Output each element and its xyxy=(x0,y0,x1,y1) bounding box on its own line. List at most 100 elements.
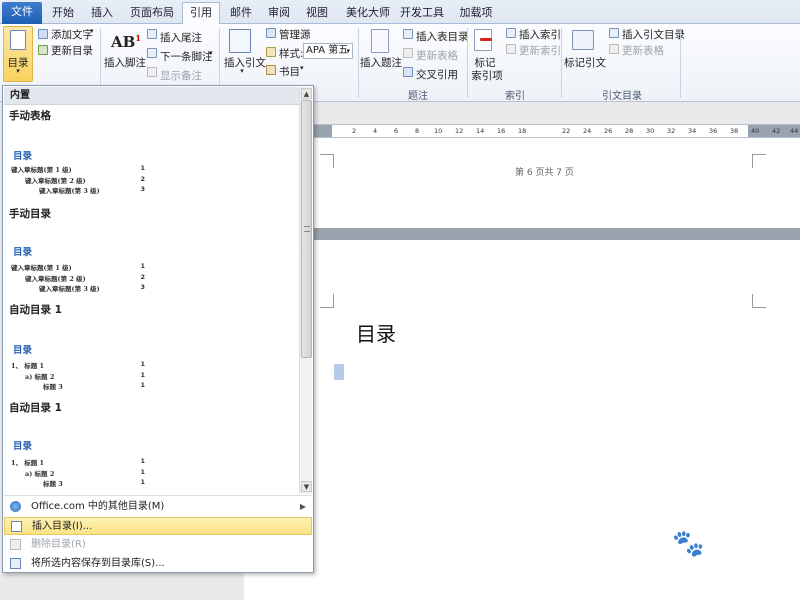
ruler-tick: 14 xyxy=(476,127,485,135)
text-cursor-selection xyxy=(334,364,344,380)
toc-preview-line: 键入章标题(第 2 级) xyxy=(25,177,86,185)
next-footnote-icon xyxy=(147,48,157,58)
bibliography-button[interactable]: 书目 xyxy=(279,64,300,79)
section-title: 自动目录 1 xyxy=(9,402,62,414)
word-window: 文件 开始 插入 页面布局 引用 邮件 审阅 视图 美化大师 开发工具 加载项 … xyxy=(0,0,800,600)
update-toa-button[interactable]: 更新表格 xyxy=(622,43,664,58)
toc-preview-line: 键入章标题(第 1 级) xyxy=(11,166,72,174)
ruler-tick: 30 xyxy=(646,127,655,135)
toc-preview-title: 目录 xyxy=(13,247,33,258)
toc-preview-line: 标题 3 xyxy=(43,480,63,488)
chevron-down-icon: ▾ xyxy=(240,67,244,75)
ruler-tick: 26 xyxy=(604,127,613,135)
update-toc-button[interactable]: 更新目录 xyxy=(51,43,93,58)
mark-citation-icon xyxy=(572,30,594,50)
ruler-tick: 6 xyxy=(394,127,399,135)
menu-item-remove-toc[interactable]: 删除目录(R) xyxy=(4,536,312,554)
toc-gallery-dropdown: 内置 ▲ ▼ 手动表格 目录 键入章标题(第 1 级) 1 键入章标题(第 2 … xyxy=(2,85,314,573)
toc-preview-page: 1 xyxy=(140,371,145,379)
toc-preview-page: 3 xyxy=(140,283,145,291)
show-notes-button[interactable]: 显示备注 xyxy=(160,68,202,83)
ruler-tick: 18 xyxy=(518,127,527,135)
insert-endnote-button[interactable]: 插入尾注 xyxy=(160,30,202,45)
toc-preview-page: 1 xyxy=(140,381,145,389)
toc-preview-page: 2 xyxy=(140,273,145,281)
menu-item-more-from-office[interactable]: Office.com 中的其他目录(M) ▶ xyxy=(4,498,312,516)
insert-caption-icon xyxy=(371,29,389,53)
footnote-icon: AB1 xyxy=(111,33,141,51)
insert-footnote-button[interactable]: 插入脚注 xyxy=(104,55,146,70)
gallery-scrollbar[interactable]: ▲ ▼ xyxy=(299,87,312,494)
table-of-figures-icon xyxy=(403,29,413,39)
add-text-button[interactable]: 添加文字 xyxy=(51,27,93,42)
toc-preview-page: 2 xyxy=(140,175,145,183)
tab-beautify-master[interactable]: 美化大师 xyxy=(340,3,396,24)
cross-reference-icon xyxy=(403,67,413,77)
chevron-down-icon: ▾ xyxy=(209,49,213,57)
insert-index-button[interactable]: 插入索引 xyxy=(519,27,561,42)
document-heading[interactable]: 目录 xyxy=(356,318,396,347)
mark-entry-label-2[interactable]: 索引项 xyxy=(470,68,504,83)
update-table-button[interactable]: 更新表格 xyxy=(416,48,458,63)
ruler-tick: 24 xyxy=(583,127,592,135)
update-table-icon xyxy=(403,48,413,58)
globe-icon xyxy=(10,501,21,512)
toc-preview-line: 1、 标题 1 xyxy=(11,362,45,370)
horizontal-ruler[interactable]: 2 4 6 8 10 12 14 16 18 22 24 26 28 30 32… xyxy=(312,124,800,138)
insert-table-of-figures-button[interactable]: 插入表目录 xyxy=(416,29,469,44)
tab-file[interactable]: 文件 xyxy=(2,2,42,24)
document-icon xyxy=(11,521,22,532)
toc-preview-title: 目录 xyxy=(13,151,33,162)
toc-preview-line: 1、 标题 1 xyxy=(11,459,45,467)
tab-add-ins[interactable]: 加载项 xyxy=(454,3,498,24)
tab-home[interactable]: 开始 xyxy=(46,3,80,24)
manage-sources-icon xyxy=(266,28,276,38)
section-title: 手动表格 xyxy=(9,110,51,122)
next-footnote-button[interactable]: 下一条脚注 xyxy=(160,49,213,64)
ruler-tick: 40 xyxy=(751,127,760,135)
tab-mailings[interactable]: 邮件 xyxy=(224,3,258,24)
chevron-down-icon: ▾ xyxy=(90,27,94,35)
page-6-bottom[interactable]: 第 6 页共 7 页 xyxy=(244,138,800,228)
ruler-tick: 28 xyxy=(625,127,634,135)
manage-sources-button[interactable]: 管理源 xyxy=(279,27,311,42)
scroll-up-icon[interactable]: ▲ xyxy=(301,88,312,99)
tab-review[interactable]: 审阅 xyxy=(262,3,296,24)
ruler-tick: 36 xyxy=(709,127,718,135)
ruler-tick: 22 xyxy=(562,127,571,135)
insert-citation-icon xyxy=(229,29,251,53)
cross-reference-button[interactable]: 交叉引用 xyxy=(416,67,458,82)
toc-preview-line: 键入章标题(第 3 级) xyxy=(39,187,100,195)
scroll-thumb[interactable] xyxy=(301,100,312,358)
tab-developer[interactable]: 开发工具 xyxy=(398,3,446,24)
tab-view[interactable]: 视图 xyxy=(300,3,334,24)
toc-preview-line: a) 标题 2 xyxy=(25,373,55,381)
scroll-down-icon[interactable]: ▼ xyxy=(301,481,312,492)
ruler-tick: 38 xyxy=(730,127,739,135)
ribbon-tab-bar: 文件 开始 插入 页面布局 引用 邮件 审阅 视图 美化大师 开发工具 加载项 xyxy=(0,0,800,24)
remove-document-icon xyxy=(10,539,21,550)
toc-preview-page: 1 xyxy=(140,468,145,476)
ruler-tick: 2 xyxy=(352,127,357,135)
toc-preview-line: 键入章标题(第 2 级) xyxy=(25,275,86,283)
mark-citation-button[interactable]: 标记引文 xyxy=(564,55,606,70)
toc-preview-page: 1 xyxy=(140,478,145,486)
style-icon xyxy=(266,47,276,57)
section-title: 自动目录 1 xyxy=(9,304,62,316)
section-title: 手动目录 xyxy=(9,208,51,220)
citation-style-select[interactable]: APA 第五 ▾ xyxy=(303,43,353,59)
toc-preview-page: 1 xyxy=(140,360,145,368)
menu-item-insert-toc[interactable]: 插入目录(I)... xyxy=(4,517,312,535)
chevron-down-icon: ▾ xyxy=(346,47,350,55)
style-label: 样式: xyxy=(279,48,304,60)
insert-toa-button[interactable]: 插入引文目录 xyxy=(622,27,685,42)
menu-item-save-to-gallery[interactable]: 将所选内容保存到目录库(S)... xyxy=(4,555,312,573)
tab-references[interactable]: 引用 xyxy=(182,2,220,24)
insert-caption-button[interactable]: 插入题注 xyxy=(360,55,402,70)
toc-preview-title: 目录 xyxy=(13,345,33,356)
update-index-button[interactable]: 更新索引 xyxy=(519,43,561,58)
chevron-right-icon: ▶ xyxy=(299,502,306,511)
tab-page-layout[interactable]: 页面布局 xyxy=(124,3,180,24)
toc-preview-line: 键入章标题(第 3 级) xyxy=(39,285,100,293)
tab-insert[interactable]: 插入 xyxy=(84,3,120,24)
